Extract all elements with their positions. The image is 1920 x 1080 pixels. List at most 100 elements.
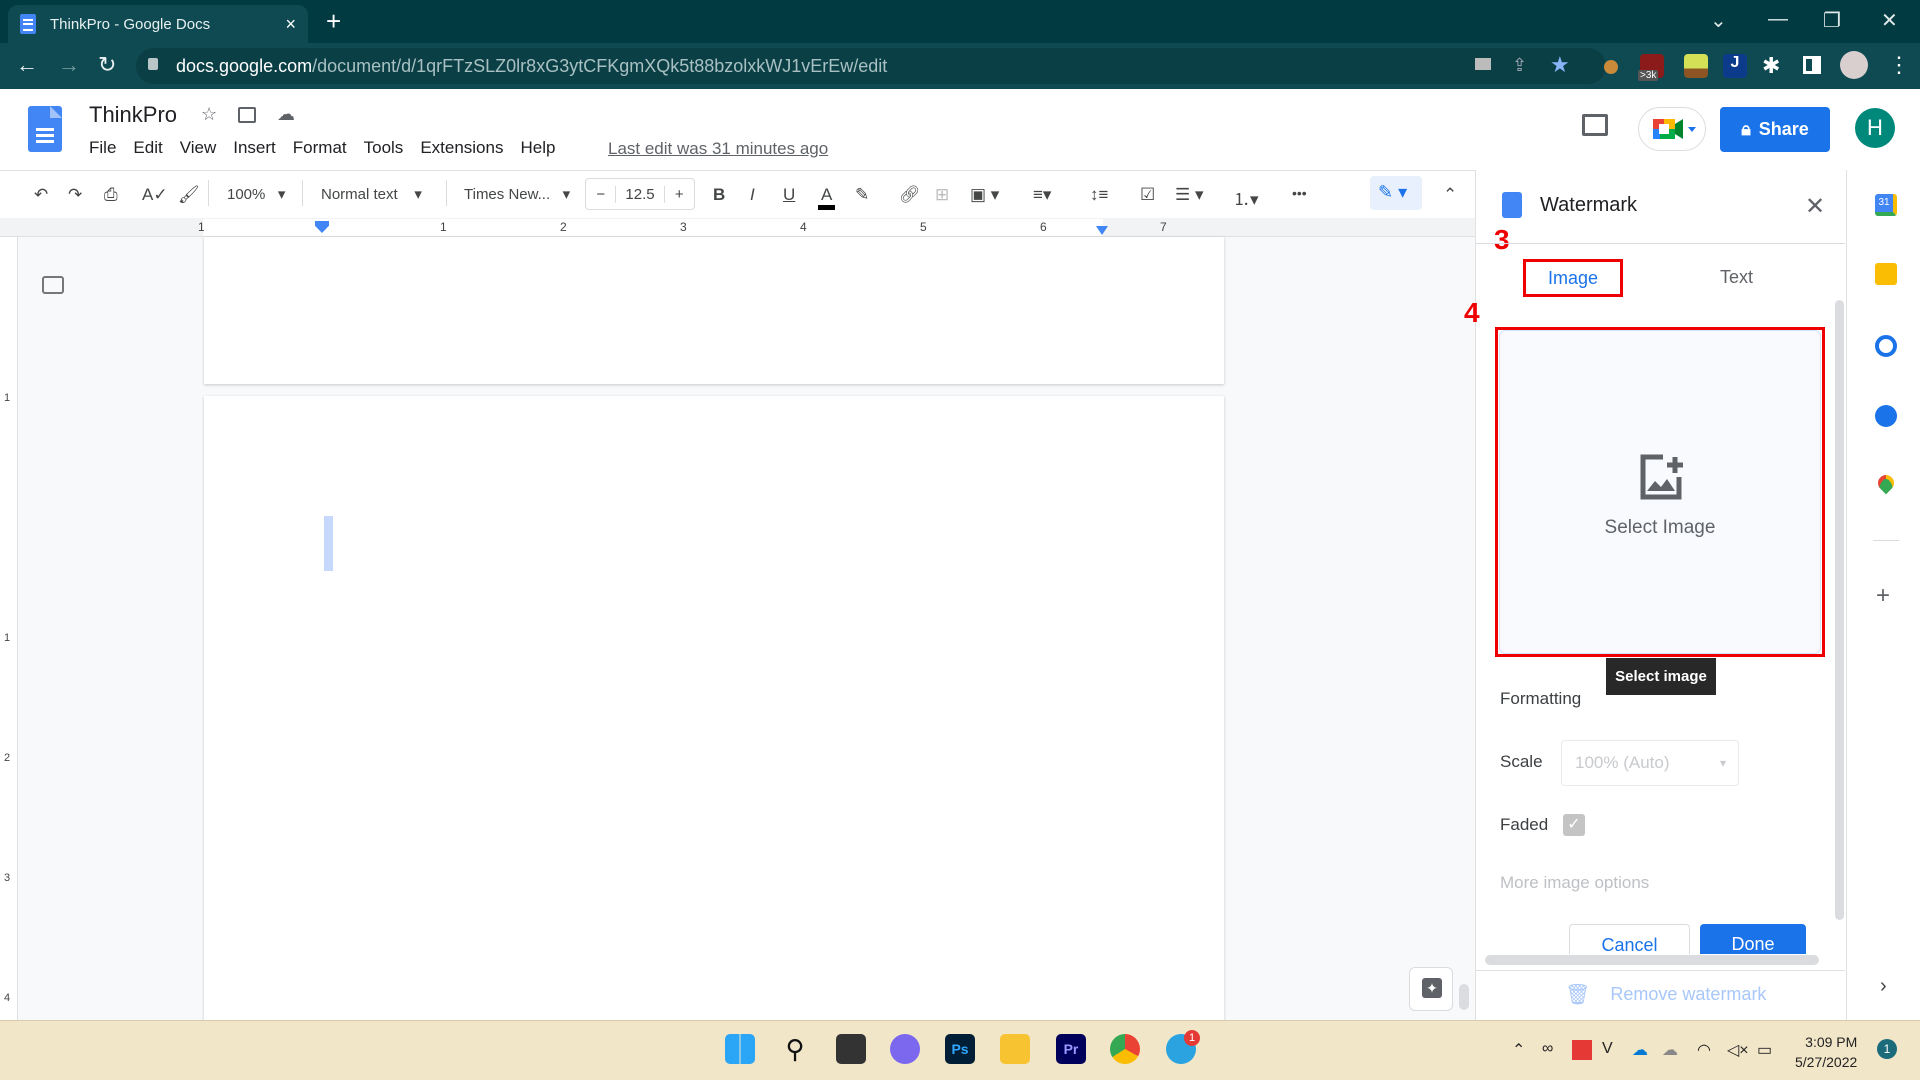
- decrease-font-size-button[interactable]: −: [586, 186, 615, 203]
- back-button[interactable]: ←: [16, 52, 38, 78]
- zoom-select[interactable]: 100% ▾: [227, 185, 285, 203]
- reload-button[interactable]: ↻: [98, 52, 116, 78]
- file-explorer-icon[interactable]: [1000, 1034, 1030, 1064]
- cookie-extension-icon[interactable]: [1604, 60, 1618, 74]
- chrome-taskbar-icon[interactable]: [1110, 1034, 1140, 1064]
- tab-text[interactable]: Text: [1720, 267, 1753, 288]
- increase-font-size-button[interactable]: +: [665, 186, 694, 203]
- numbered-list-icon[interactable]: ⒈▾: [1233, 185, 1259, 210]
- share-page-icon[interactable]: ⇪: [1512, 55, 1527, 76]
- anydesk-icon[interactable]: [1572, 1040, 1592, 1060]
- panel-horizontal-scrollbar[interactable]: [1485, 955, 1819, 965]
- browser-tab[interactable]: ThinkPro - Google Docs ×: [8, 5, 308, 43]
- creative-cloud-icon[interactable]: ∞: [1542, 1040, 1553, 1058]
- forward-button[interactable]: →: [58, 52, 80, 78]
- minimize-button[interactable]: —: [1768, 8, 1788, 31]
- photoshop-icon[interactable]: Ps: [945, 1034, 975, 1064]
- taskbar-clock[interactable]: 3:09 PM 5/27/2022: [1795, 1032, 1857, 1072]
- camera-blocked-icon[interactable]: [1475, 58, 1491, 70]
- faded-checkbox[interactable]: ✓: [1563, 814, 1585, 836]
- remove-watermark-button[interactable]: 🗑︎ Remove watermark: [1565, 982, 1766, 1007]
- tray-overflow-icon[interactable]: ⌃: [1512, 1040, 1525, 1060]
- panel-vertical-scrollbar[interactable]: [1835, 300, 1844, 920]
- close-window-button[interactable]: ✕: [1881, 8, 1898, 33]
- add-comment-icon[interactable]: ⊞: [935, 185, 949, 205]
- last-edit-link[interactable]: Last edit was 31 minutes ago: [608, 139, 828, 159]
- address-bar[interactable]: docs.google.com/document/d/1qrFTzSLZ0lr8…: [136, 48, 1606, 84]
- underline-button[interactable]: U: [783, 185, 795, 205]
- undo-icon[interactable]: ↶: [34, 185, 48, 205]
- document-page[interactable]: [204, 237, 1224, 384]
- spellcheck-icon[interactable]: A✓: [142, 185, 168, 205]
- keep-icon[interactable]: [1875, 263, 1897, 285]
- document-scrollbar[interactable]: [1459, 984, 1469, 1010]
- v-app-icon[interactable]: V: [1602, 1040, 1613, 1058]
- new-tab-button[interactable]: +: [326, 6, 341, 37]
- align-icon[interactable]: ≡▾: [1033, 185, 1051, 205]
- start-button[interactable]: [725, 1034, 755, 1064]
- more-options-icon[interactable]: •••: [1292, 185, 1307, 201]
- insert-link-icon[interactable]: 🔗︎: [899, 185, 921, 205]
- docs-home-icon[interactable]: [28, 106, 62, 152]
- add-app-icon[interactable]: +: [1876, 582, 1890, 610]
- cloud-icon[interactable]: ☁: [1662, 1040, 1678, 1060]
- font-size-stepper[interactable]: − 12.5 +: [585, 178, 695, 210]
- j-extension-icon[interactable]: J: [1723, 54, 1747, 78]
- move-folder-icon[interactable]: [238, 107, 256, 123]
- editing-mode-button[interactable]: ✎ ▾: [1370, 176, 1422, 210]
- tab-search-icon[interactable]: ⌄: [1710, 8, 1727, 33]
- comment-history-icon[interactable]: [1582, 114, 1608, 136]
- close-panel-icon[interactable]: ✕: [1805, 192, 1825, 221]
- extensions-puzzle-icon[interactable]: ✱: [1762, 53, 1780, 79]
- star-icon[interactable]: ☆: [201, 104, 217, 125]
- menu-edit[interactable]: Edit: [133, 138, 162, 158]
- chrome-menu-icon[interactable]: ⋮: [1888, 52, 1910, 78]
- insert-image-icon[interactable]: ▣ ▾: [970, 185, 999, 205]
- hide-menus-icon[interactable]: ⌃: [1443, 185, 1457, 205]
- explore-button[interactable]: ✦: [1409, 967, 1453, 1011]
- cancel-button[interactable]: Cancel: [1569, 924, 1690, 954]
- contacts-icon[interactable]: [1875, 405, 1897, 427]
- menu-view[interactable]: View: [180, 138, 217, 158]
- menu-insert[interactable]: Insert: [233, 138, 276, 158]
- menu-format[interactable]: Format: [293, 138, 347, 158]
- document-page[interactable]: [204, 396, 1224, 1036]
- search-icon[interactable]: ⚲: [780, 1034, 810, 1064]
- forest-extension-icon[interactable]: [1684, 54, 1708, 78]
- expand-rail-icon[interactable]: ›: [1880, 975, 1887, 998]
- menu-extensions[interactable]: Extensions: [420, 138, 503, 158]
- wifi-icon[interactable]: ◠: [1697, 1040, 1711, 1060]
- account-avatar[interactable]: H: [1855, 108, 1895, 148]
- restore-button[interactable]: ❐: [1823, 8, 1841, 33]
- bold-button[interactable]: B: [713, 185, 725, 205]
- share-button[interactable]: 🔒︎ Share: [1720, 107, 1830, 152]
- notification-badge[interactable]: 1: [1877, 1039, 1897, 1059]
- done-button[interactable]: Done: [1700, 924, 1806, 954]
- text-color-button[interactable]: A: [818, 185, 836, 210]
- menu-file[interactable]: File: [89, 138, 116, 158]
- paint-format-icon[interactable]: 🖌︎: [178, 185, 200, 205]
- battery-icon[interactable]: ▭: [1757, 1040, 1772, 1060]
- task-view-icon[interactable]: [836, 1034, 866, 1064]
- italic-button[interactable]: I: [750, 185, 755, 205]
- font-size-input[interactable]: 12.5: [615, 185, 665, 203]
- meet-button[interactable]: [1638, 107, 1706, 151]
- calendar-icon[interactable]: 31: [1875, 194, 1897, 216]
- font-select[interactable]: Times New... ▾: [464, 185, 570, 203]
- document-title[interactable]: ThinkPro: [89, 102, 177, 128]
- more-image-options-link[interactable]: More image options: [1500, 873, 1649, 893]
- highlight-icon[interactable]: ✎: [855, 185, 869, 205]
- style-select[interactable]: Normal text ▾: [321, 185, 422, 203]
- tasks-icon[interactable]: [1875, 335, 1897, 357]
- print-icon[interactable]: ⎙: [104, 185, 118, 205]
- profile-avatar[interactable]: [1840, 51, 1868, 79]
- tab-close-icon[interactable]: ×: [285, 14, 296, 35]
- volume-muted-icon[interactable]: ◁×: [1727, 1040, 1749, 1060]
- line-spacing-icon[interactable]: ↕≡: [1090, 185, 1108, 205]
- onedrive-icon[interactable]: ☁: [1632, 1040, 1648, 1060]
- tab-image[interactable]: Image: [1523, 259, 1623, 297]
- bookmark-star-icon[interactable]: ★: [1550, 52, 1570, 78]
- menu-tools[interactable]: Tools: [364, 138, 404, 158]
- checklist-icon[interactable]: ☑: [1140, 185, 1155, 205]
- scale-select[interactable]: 100% (Auto): [1561, 740, 1739, 786]
